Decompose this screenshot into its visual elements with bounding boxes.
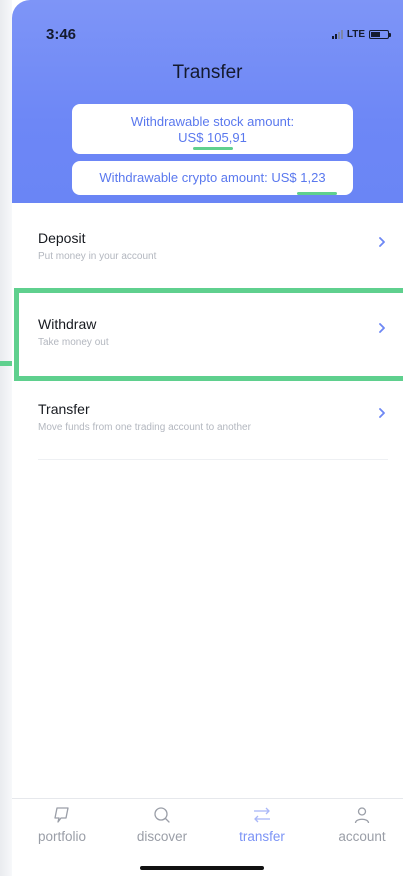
search-icon bbox=[154, 807, 170, 823]
menu-item-sub: Move funds from one trading account to a… bbox=[38, 422, 251, 433]
crypto-amount-card: Withdrawable crypto amount: US$ 1,23 bbox=[72, 161, 353, 195]
menu-item-sub: Put money in your account bbox=[38, 251, 157, 262]
tab-label: transfer bbox=[239, 829, 285, 844]
tab-portfolio[interactable]: portfolio bbox=[12, 805, 112, 844]
status-indicators: LTE bbox=[331, 29, 391, 40]
menu-item-deposit[interactable]: Deposit Put money in your account bbox=[12, 203, 403, 289]
chevron-right-icon bbox=[379, 408, 385, 418]
tab-account[interactable]: account bbox=[312, 805, 403, 844]
crypto-amount-underline bbox=[297, 192, 337, 195]
transfer-screen: 3:46 LTE Transfer Withdrawable stock amo… bbox=[0, 0, 403, 876]
menu-item-label: Transfer bbox=[38, 401, 90, 417]
withdraw-highlight-box bbox=[14, 288, 403, 381]
network-label: LTE bbox=[346, 29, 365, 40]
stock-amount-underline bbox=[193, 147, 233, 150]
stock-amount-card: Withdrawable stock amount: US$ 105,91 bbox=[72, 104, 353, 154]
menu-divider bbox=[38, 459, 388, 460]
highlight-marker bbox=[0, 361, 12, 366]
menu-item-transfer[interactable]: Transfer Move funds from one trading acc… bbox=[12, 374, 403, 460]
signal-icon bbox=[331, 30, 343, 39]
page-title: Transfer bbox=[172, 62, 243, 83]
status-time: 3:46 bbox=[46, 26, 77, 43]
portfolio-icon bbox=[54, 807, 69, 823]
stock-amount-value: US$ 105,91 bbox=[178, 130, 247, 145]
tab-discover[interactable]: discover bbox=[112, 805, 212, 844]
phone-bezel bbox=[0, 0, 12, 876]
header: 3:46 LTE Transfer Withdrawable stock amo… bbox=[12, 0, 403, 203]
stock-amount-label: Withdrawable stock amount: bbox=[130, 114, 295, 129]
tab-label: portfolio bbox=[37, 829, 87, 844]
tab-bar: portfolio discover transfer account bbox=[12, 798, 403, 876]
tab-label: account bbox=[338, 829, 386, 844]
crypto-amount-text: Withdrawable crypto amount: US$ 1,23 bbox=[99, 170, 326, 185]
tab-label: discover bbox=[136, 829, 188, 844]
home-indicator bbox=[140, 866, 264, 870]
person-icon bbox=[354, 807, 370, 824]
tab-transfer[interactable]: transfer bbox=[212, 805, 312, 844]
chevron-right-icon bbox=[379, 237, 385, 247]
transfer-arrows-icon bbox=[254, 807, 270, 823]
battery-icon bbox=[369, 30, 391, 39]
menu-item-label: Deposit bbox=[38, 230, 86, 246]
